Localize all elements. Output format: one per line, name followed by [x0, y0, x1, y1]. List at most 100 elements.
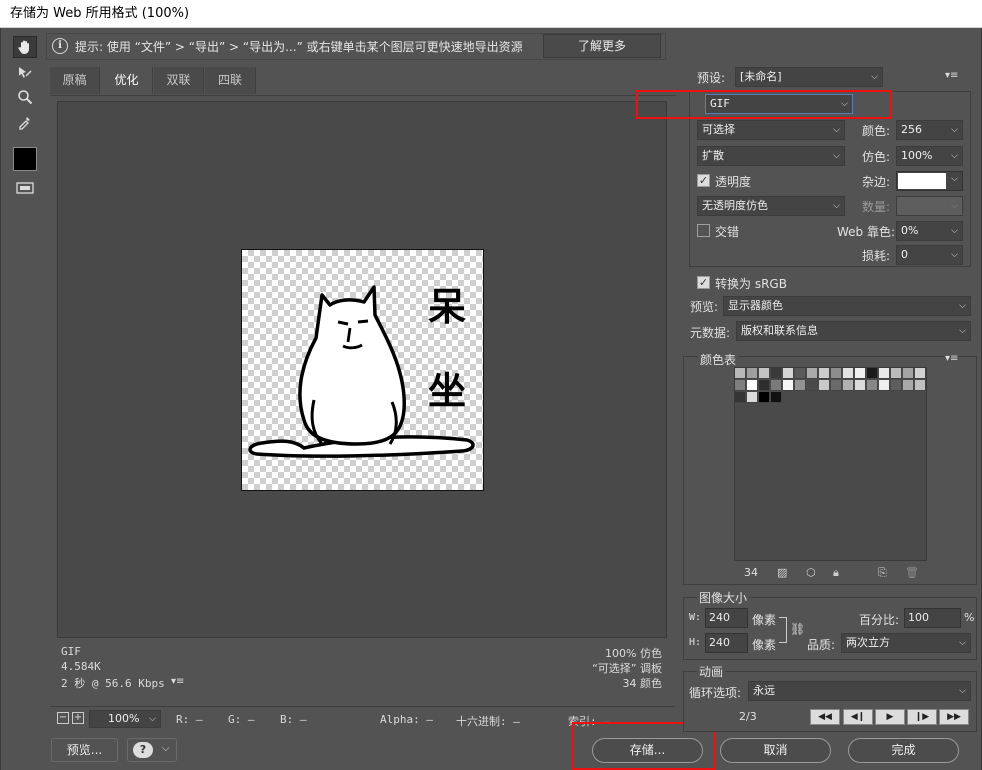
- color-swatch[interactable]: [735, 368, 746, 379]
- zoom-in-button[interactable]: +: [72, 712, 84, 724]
- metadata-select[interactable]: 版权和联系信息 ⌵: [736, 321, 971, 341]
- color-swatch[interactable]: [807, 380, 818, 391]
- quality-value: 两次立方: [846, 636, 890, 649]
- preset-value: [未命名]: [740, 70, 782, 83]
- cancel-button[interactable]: 取消: [720, 738, 831, 763]
- color-swatch[interactable]: [903, 380, 914, 391]
- color-swatch[interactable]: [879, 380, 890, 391]
- tab-2-up[interactable]: 双联: [154, 67, 204, 94]
- color-reduction-select[interactable]: 可选择 ⌵: [697, 120, 845, 140]
- color-swatch[interactable]: [759, 380, 770, 391]
- interlaced-label: 交错: [715, 225, 740, 239]
- quality-select[interactable]: 两次立方 ⌵: [841, 633, 971, 653]
- eyedropper-color-swatch[interactable]: [13, 147, 37, 171]
- color-swatch[interactable]: [771, 368, 782, 379]
- matte-select[interactable]: ⌵: [896, 171, 963, 191]
- color-swatch[interactable]: [795, 368, 806, 379]
- color-swatch[interactable]: [759, 392, 770, 403]
- web-shift-icon[interactable]: ⬡: [806, 566, 816, 579]
- color-swatch[interactable]: [915, 380, 926, 391]
- color-swatch[interactable]: [747, 380, 758, 391]
- color-swatch[interactable]: [855, 380, 866, 391]
- color-swatch[interactable]: [831, 380, 842, 391]
- tab-optimized[interactable]: 优化: [101, 67, 153, 94]
- web-snap-select[interactable]: 0% ⌵: [896, 221, 963, 241]
- color-swatch[interactable]: [903, 368, 914, 379]
- color-swatch[interactable]: [819, 368, 830, 379]
- next-frame-button[interactable]: ❙▶: [907, 709, 937, 725]
- last-frame-button[interactable]: ▶▶: [939, 709, 969, 725]
- color-swatch[interactable]: [819, 380, 830, 391]
- download-options-menu-icon[interactable]: ▾≡: [171, 676, 184, 687]
- zoom-out-button[interactable]: −: [57, 712, 69, 724]
- loop-select[interactable]: 永远 ⌵: [748, 681, 971, 701]
- color-swatch[interactable]: [771, 380, 782, 391]
- percent-unit: %: [964, 611, 975, 624]
- color-swatch[interactable]: [747, 392, 758, 403]
- hand-tool-icon[interactable]: [13, 36, 37, 58]
- color-swatch[interactable]: [807, 368, 818, 379]
- convert-srgb-label: 转换为 sRGB: [715, 277, 787, 291]
- color-swatch[interactable]: [831, 368, 842, 379]
- color-swatch[interactable]: [867, 368, 878, 379]
- browser-select-button[interactable]: ? ⌵: [127, 738, 177, 762]
- previous-frame-button[interactable]: ◀❙: [843, 709, 873, 725]
- color-swatch[interactable]: [855, 368, 866, 379]
- preview-color-value: 显示器颜色: [728, 299, 783, 312]
- height-input[interactable]: 240: [705, 633, 748, 653]
- zoom-level-select[interactable]: 100% ⌵: [89, 710, 161, 728]
- colors-select[interactable]: 256 ⌵: [896, 120, 963, 140]
- preset-select[interactable]: [未命名] ⌵: [735, 67, 883, 87]
- color-swatch[interactable]: [783, 368, 794, 379]
- color-swatch[interactable]: [735, 392, 746, 403]
- color-swatch[interactable]: [843, 368, 854, 379]
- link-icon[interactable]: ⛓︎: [790, 622, 805, 636]
- color-swatch[interactable]: [915, 368, 926, 379]
- color-swatch[interactable]: [891, 368, 902, 379]
- width-input[interactable]: 240: [705, 608, 748, 628]
- toggle-slices-icon[interactable]: [13, 177, 37, 199]
- color-swatch[interactable]: [843, 380, 854, 391]
- eyedropper-tool-icon[interactable]: [13, 111, 37, 133]
- first-frame-button[interactable]: ◀◀: [810, 709, 840, 725]
- convert-srgb-checkbox[interactable]: ✓: [697, 276, 710, 289]
- preview-browser-button[interactable]: 预览...: [51, 738, 118, 762]
- color-swatch[interactable]: [771, 392, 782, 403]
- lossy-select[interactable]: 0 ⌵: [896, 245, 963, 265]
- color-table-grid[interactable]: [734, 367, 927, 561]
- color-swatch[interactable]: [759, 368, 770, 379]
- frame-counter: 2/3: [739, 710, 757, 723]
- map-transparency-icon[interactable]: ▨: [777, 566, 787, 579]
- color-swatch[interactable]: [735, 380, 746, 391]
- slice-select-tool-icon[interactable]: [13, 62, 37, 84]
- color-swatch[interactable]: [867, 380, 878, 391]
- tab-4-up[interactable]: 四联: [205, 67, 256, 94]
- zoom-tool-icon[interactable]: [13, 86, 37, 108]
- color-swatch[interactable]: [795, 380, 806, 391]
- tab-original[interactable]: 原稿: [50, 67, 100, 94]
- percent-input[interactable]: 100: [904, 608, 961, 628]
- color-swatch[interactable]: [891, 380, 902, 391]
- chevron-down-icon: ⌵: [149, 714, 156, 724]
- transparency-dither-select[interactable]: 无透明度仿色 ⌵: [697, 196, 845, 216]
- color-table-menu-icon[interactable]: ▾≡: [945, 353, 958, 364]
- preview-color-select[interactable]: 显示器颜色 ⌵: [723, 296, 971, 316]
- status-g: G: —: [228, 713, 255, 726]
- dither-amount-select[interactable]: 100% ⌵: [896, 146, 963, 166]
- dither-label: 仿色:: [862, 150, 891, 164]
- play-button[interactable]: ▶: [875, 709, 905, 725]
- lock-icon[interactable]: 🔒︎: [833, 566, 839, 580]
- transparency-label: 透明度: [715, 175, 752, 189]
- color-swatch[interactable]: [879, 368, 890, 379]
- new-color-icon[interactable]: ⎘: [878, 566, 887, 580]
- color-swatch[interactable]: [783, 380, 794, 391]
- matte-color-swatch: [898, 173, 946, 189]
- transparency-checkbox[interactable]: ✓: [697, 174, 710, 187]
- interlaced-checkbox[interactable]: [697, 224, 710, 237]
- preset-menu-icon[interactable]: ▾≡: [945, 70, 958, 81]
- learn-more-button[interactable]: 了解更多: [543, 34, 661, 58]
- preview-image[interactable]: 呆 坐: [241, 249, 484, 491]
- dither-algorithm-select[interactable]: 扩散 ⌵: [697, 146, 845, 166]
- color-swatch[interactable]: [747, 368, 758, 379]
- done-button[interactable]: 完成: [848, 738, 959, 763]
